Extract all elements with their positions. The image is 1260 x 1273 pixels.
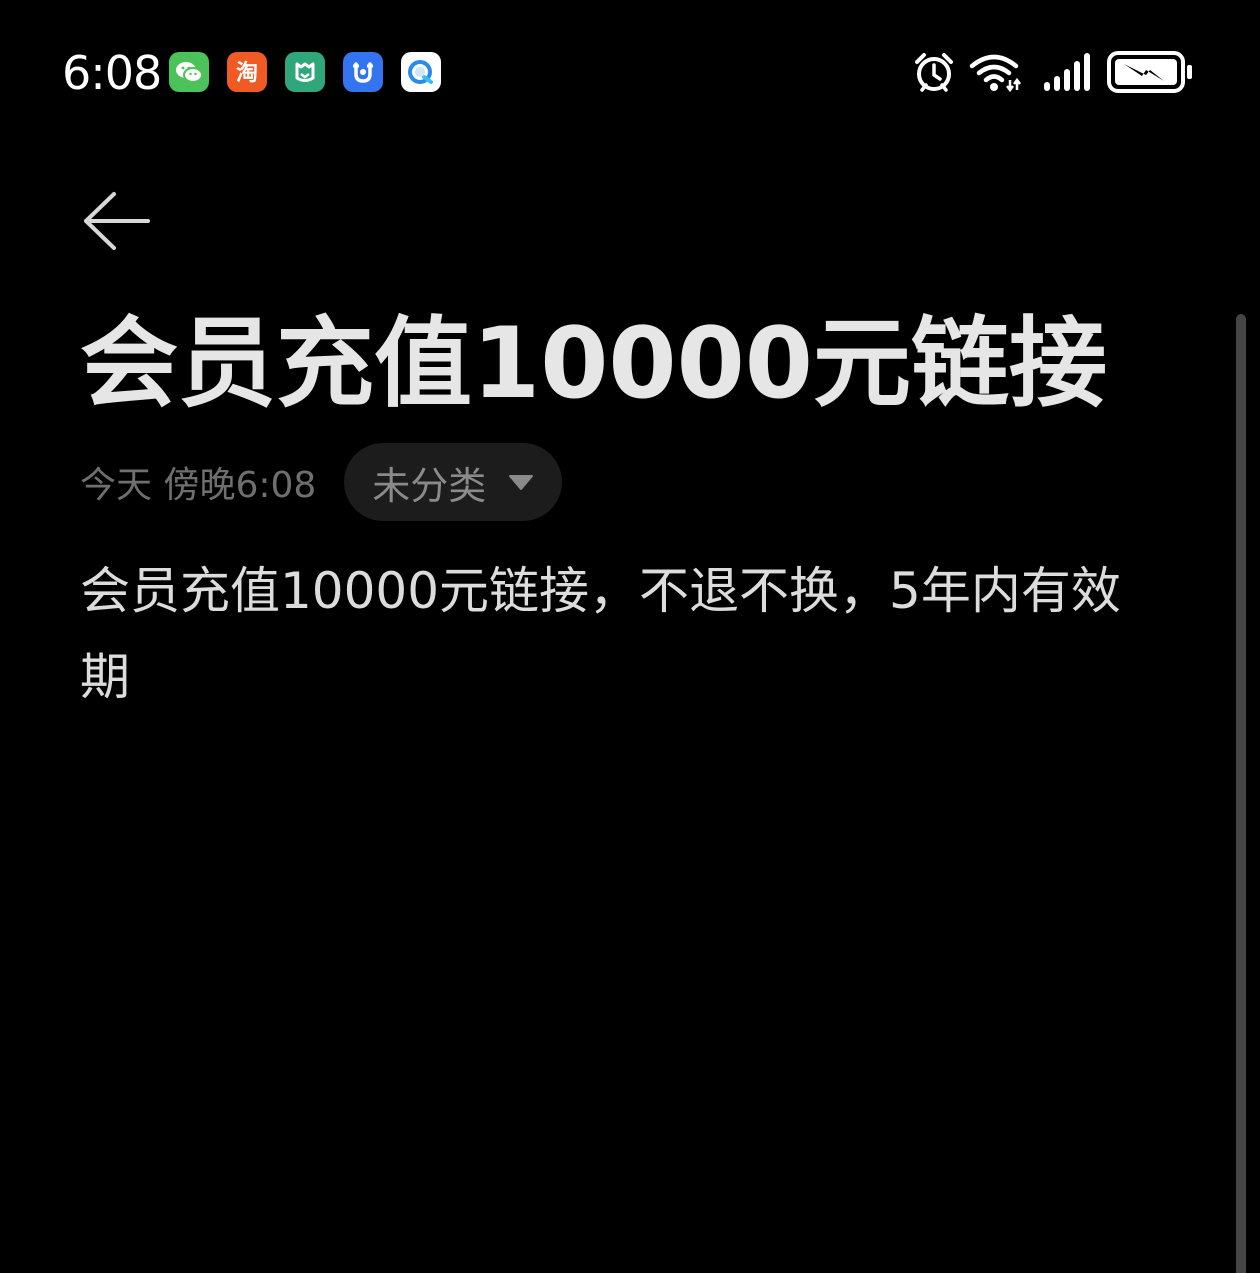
note-title[interactable]: 会员充值10000元链接 <box>80 304 1107 424</box>
wechat-icon <box>169 52 209 92</box>
notes-editor-screen: 6:08 淘 会员充值10000元链接 今天 傍晚6:08 未分类 会员充值10… <box>0 0 1260 1273</box>
cellular-signal-icon <box>1044 53 1090 91</box>
status-time: 6:08 <box>62 46 162 100</box>
back-arrow-icon <box>84 192 150 250</box>
back-button[interactable] <box>78 186 158 258</box>
battery-charging-icon <box>1107 51 1192 93</box>
scrollbar[interactable] <box>1236 314 1246 1273</box>
category-dropdown[interactable]: 未分类 <box>344 443 563 521</box>
note-timestamp: 今天 傍晚6:08 <box>80 465 317 506</box>
status-bar: 6:08 淘 <box>0 0 1260 140</box>
mijia-icon <box>285 52 325 92</box>
note-body[interactable]: 会员充值10000元链接，不退不换，5年内有效期 <box>80 548 1170 720</box>
taobao-icon: 淘 <box>227 52 267 92</box>
category-label: 未分类 <box>372 463 487 508</box>
alarm-icon <box>915 53 953 92</box>
chevron-down-icon <box>509 475 534 490</box>
wifi-icon <box>969 54 1021 93</box>
app-shield-icon <box>343 52 383 92</box>
note-meta-row: 今天 傍晚6:08 未分类 <box>80 442 563 522</box>
browser-icon <box>401 52 441 92</box>
svg-text:淘: 淘 <box>236 60 258 86</box>
